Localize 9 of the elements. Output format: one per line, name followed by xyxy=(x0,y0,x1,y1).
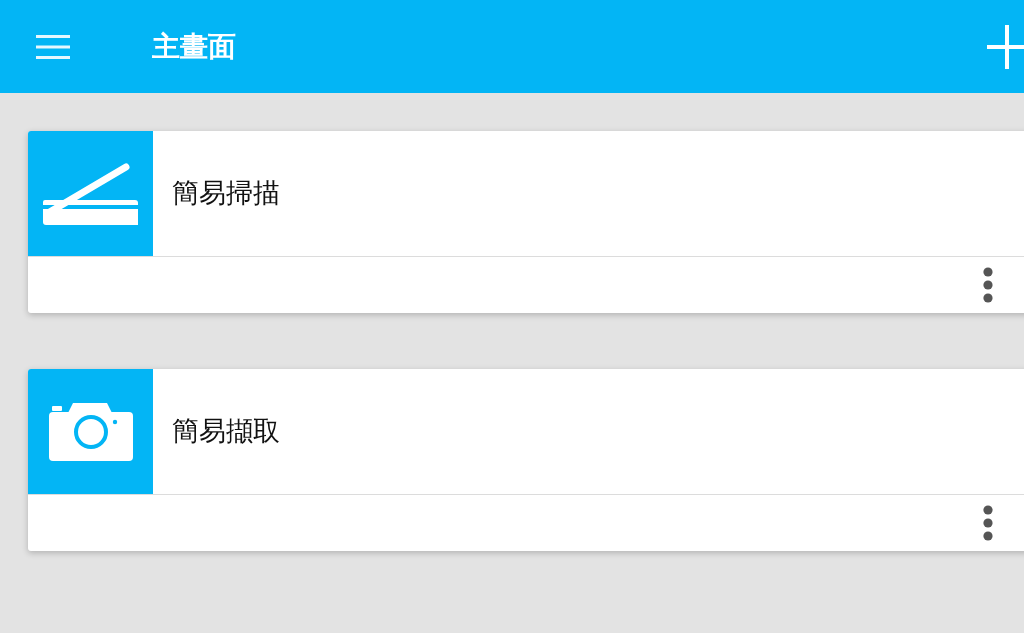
more-options-icon[interactable] xyxy=(983,267,993,303)
scanner-icon xyxy=(28,131,153,256)
app-title: 主畫面 xyxy=(152,29,236,64)
card-title: 簡易擷取 xyxy=(172,415,280,448)
shortcut-card[interactable]: 簡易掃描 xyxy=(28,131,1024,313)
shortcut-card[interactable]: 簡易擷取 xyxy=(28,369,1024,551)
card-title: 簡易掃描 xyxy=(172,177,280,210)
camera-icon xyxy=(28,369,153,494)
more-options-icon[interactable] xyxy=(983,505,993,541)
